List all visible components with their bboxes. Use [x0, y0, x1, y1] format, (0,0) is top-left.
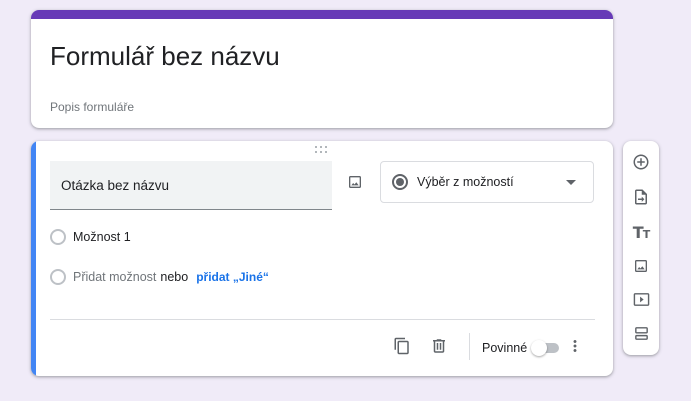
add-video-button[interactable]	[630, 288, 652, 310]
import-questions-icon	[635, 189, 647, 205]
drag-handle-icon[interactable]	[315, 146, 329, 154]
required-toggle[interactable]	[531, 340, 559, 356]
add-video-icon	[633, 292, 649, 306]
add-other-button[interactable]: přidat „Jiné“	[196, 270, 269, 284]
duplicate-button[interactable]	[391, 335, 413, 357]
form-header-card[interactable]: Formulář bez názvu Popis formuláře	[31, 10, 613, 128]
radio-checked-icon	[392, 174, 408, 190]
question-type-label: Výběr z možností	[417, 175, 514, 189]
add-question-icon	[633, 154, 649, 170]
add-option-button[interactable]: Přidat možnost	[73, 270, 156, 284]
trash-icon	[433, 339, 445, 353]
or-text: nebo	[160, 270, 189, 284]
dropdown-arrow-icon	[566, 180, 576, 185]
image-icon	[349, 176, 361, 188]
add-image-button[interactable]	[630, 255, 652, 277]
question-card[interactable]: Otázka bez názvu Výběr z možností Možnos…	[31, 141, 613, 376]
add-title-button[interactable]: TT	[630, 221, 652, 243]
footer-divider	[50, 319, 595, 320]
more-options-button[interactable]	[564, 335, 586, 357]
delete-button[interactable]	[428, 335, 450, 357]
add-question-button[interactable]	[630, 151, 652, 173]
add-image-to-question-button[interactable]	[344, 171, 366, 193]
question-title-text: Otázka bez názvu	[61, 177, 170, 193]
add-image-icon	[635, 260, 647, 272]
toggle-thumb	[531, 340, 547, 356]
footer-separator	[469, 333, 470, 360]
option-label[interactable]: Možnost 1	[73, 230, 131, 244]
side-toolbar: TT	[623, 141, 659, 355]
import-questions-button[interactable]	[630, 186, 652, 208]
add-section-button[interactable]	[630, 322, 652, 344]
add-option-row: Přidat možnost nebo přidat „Jiné“	[50, 269, 269, 285]
more-vert-icon	[573, 340, 577, 352]
question-type-dropdown[interactable]: Výběr z možností	[380, 161, 594, 203]
active-indicator-bar	[31, 141, 36, 376]
add-title-icon: TT	[632, 222, 650, 242]
form-title[interactable]: Formulář bez názvu	[50, 40, 280, 72]
question-title-input[interactable]: Otázka bez názvu	[50, 161, 332, 210]
radio-unchecked-icon	[50, 229, 66, 245]
form-description[interactable]: Popis formuláře	[50, 100, 134, 114]
add-section-icon	[634, 326, 648, 340]
header-accent-bar	[31, 10, 613, 19]
required-label: Povinné	[482, 341, 528, 355]
copy-icon	[394, 337, 409, 355]
option-item[interactable]: Možnost 1	[50, 229, 131, 245]
radio-unchecked-icon	[50, 269, 66, 285]
